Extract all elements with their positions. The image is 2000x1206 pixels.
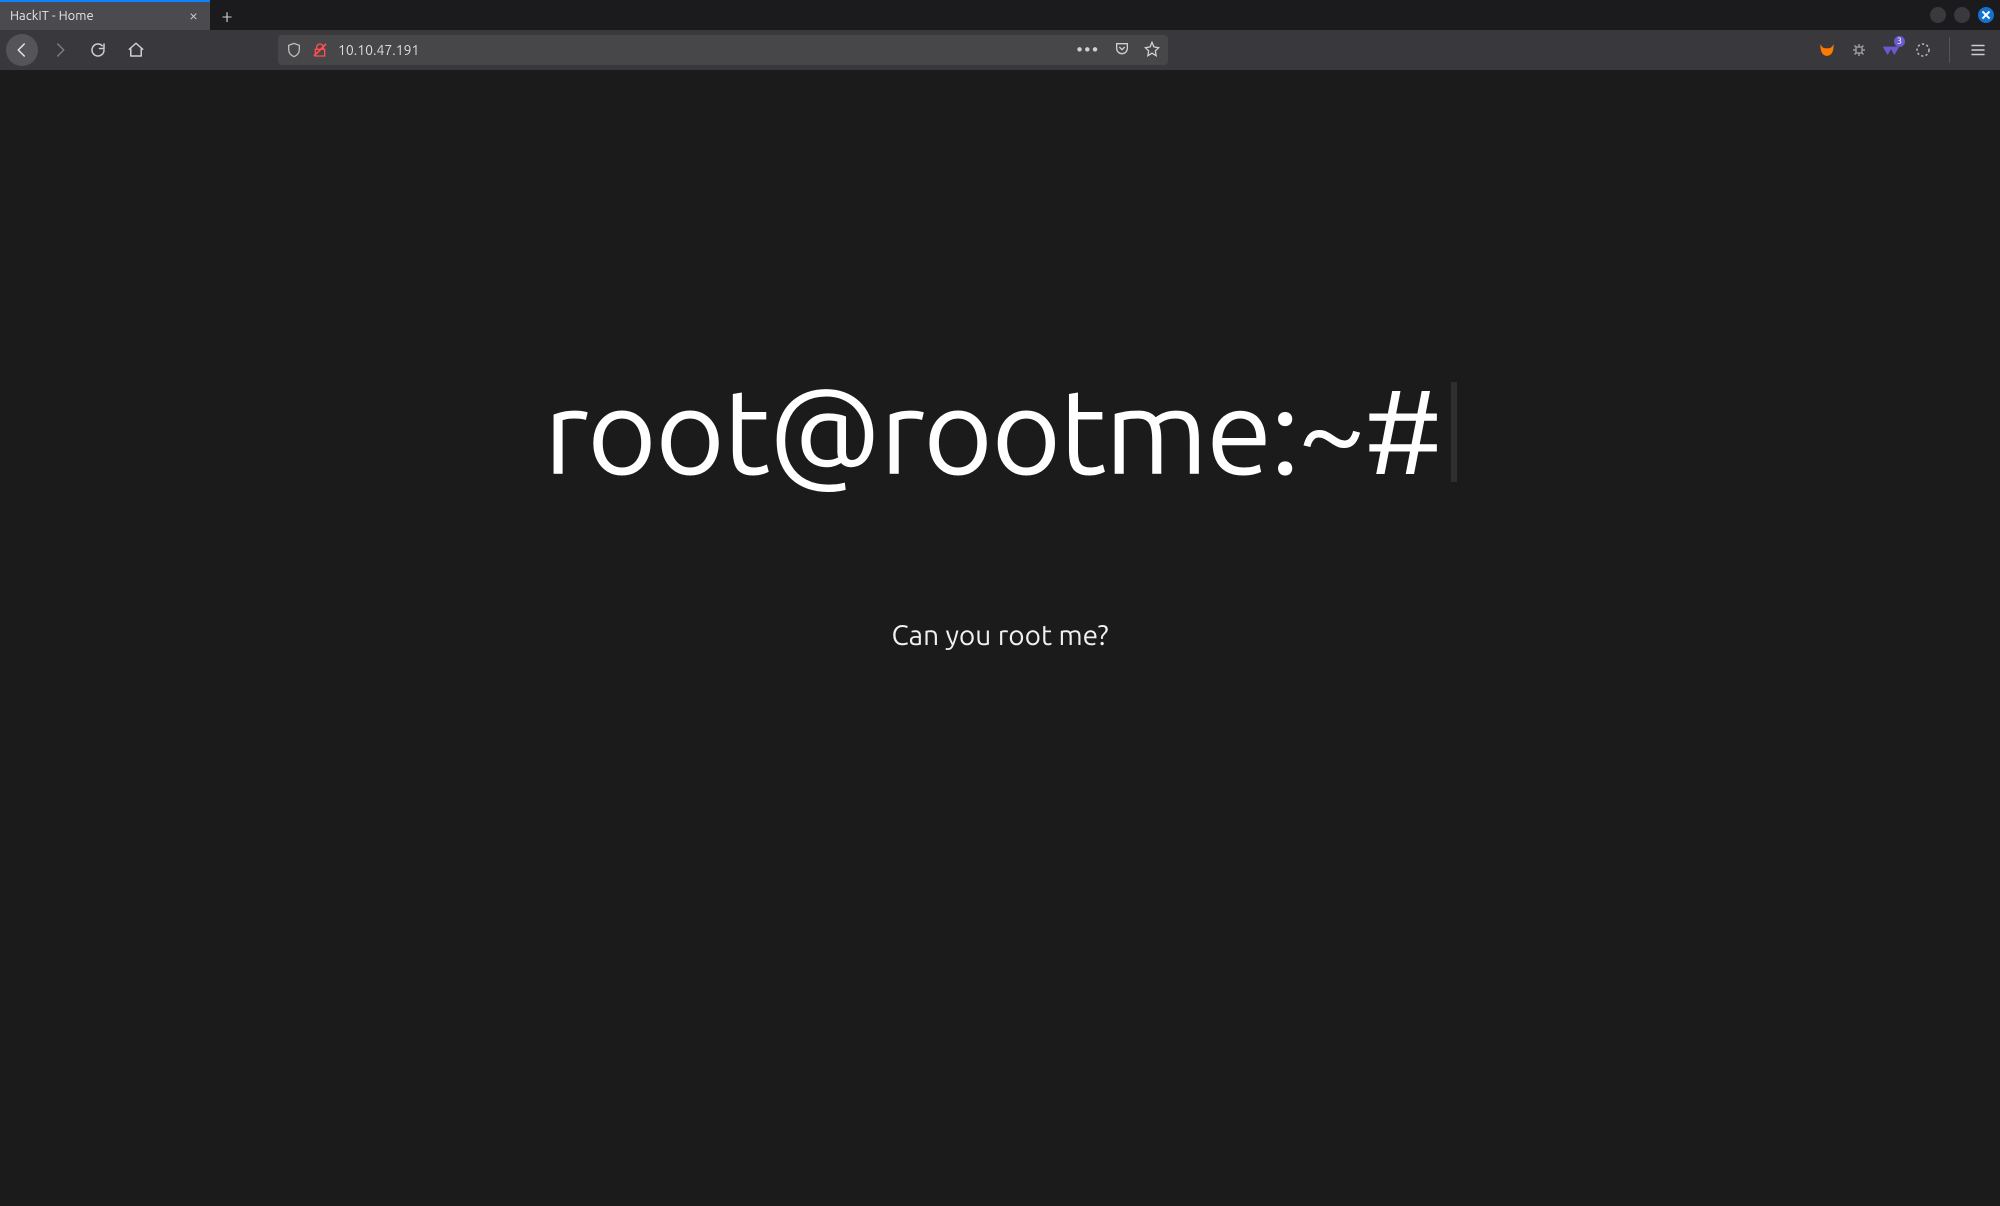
url-text: 10.10.47.191	[338, 42, 1067, 58]
insecure-lock-icon[interactable]	[312, 42, 328, 58]
window-minimize-button[interactable]	[1930, 7, 1946, 23]
tab-active[interactable]: HackIT - Home ×	[0, 0, 210, 30]
reload-icon	[89, 41, 107, 59]
home-button[interactable]	[120, 34, 152, 66]
reload-button[interactable]	[82, 34, 114, 66]
nav-toolbar: 10.10.47.191 ••• 3	[0, 30, 2000, 70]
window-close-button[interactable]	[1978, 7, 1994, 23]
extension-foxyproxy-icon[interactable]	[1817, 40, 1837, 60]
extension-icons: 3	[1817, 40, 1933, 60]
page-tagline: Can you root me?	[891, 620, 1108, 651]
window-controls	[1930, 7, 1994, 23]
arrow-left-icon	[13, 41, 31, 59]
tracking-shield-icon[interactable]	[286, 42, 302, 58]
heading-text: root@rootme:~#	[543, 362, 1440, 497]
pocket-icon[interactable]	[1114, 41, 1130, 60]
extension-wappalyzer-icon[interactable]: 3	[1881, 40, 1901, 60]
arrow-right-icon	[51, 41, 69, 59]
extension-badge: 3	[1894, 36, 1905, 47]
extension-bug-icon[interactable]	[1849, 40, 1869, 60]
plus-icon: +	[221, 4, 232, 27]
tab-title: HackIT - Home	[10, 9, 94, 23]
bookmark-star-icon[interactable]	[1144, 41, 1160, 60]
hamburger-icon	[1969, 41, 1987, 59]
home-icon	[127, 41, 145, 59]
titlebar: HackIT - Home × +	[0, 0, 2000, 30]
toolbar-divider	[1949, 37, 1950, 63]
window-maximize-button[interactable]	[1954, 7, 1970, 23]
new-tab-button[interactable]: +	[210, 0, 244, 30]
page-heading: root@rootme:~#	[543, 370, 1456, 490]
webpage-content: root@rootme:~# Can you root me?	[0, 70, 2000, 1206]
blinking-cursor	[1451, 382, 1457, 482]
tab-close-icon[interactable]: ×	[187, 8, 200, 24]
forward-button[interactable]	[44, 34, 76, 66]
back-button[interactable]	[6, 34, 38, 66]
tabstrip: HackIT - Home × +	[0, 0, 244, 30]
extension-circle-icon[interactable]	[1913, 40, 1933, 60]
url-bar[interactable]: 10.10.47.191 •••	[278, 35, 1168, 65]
app-menu-button[interactable]	[1962, 34, 1994, 66]
